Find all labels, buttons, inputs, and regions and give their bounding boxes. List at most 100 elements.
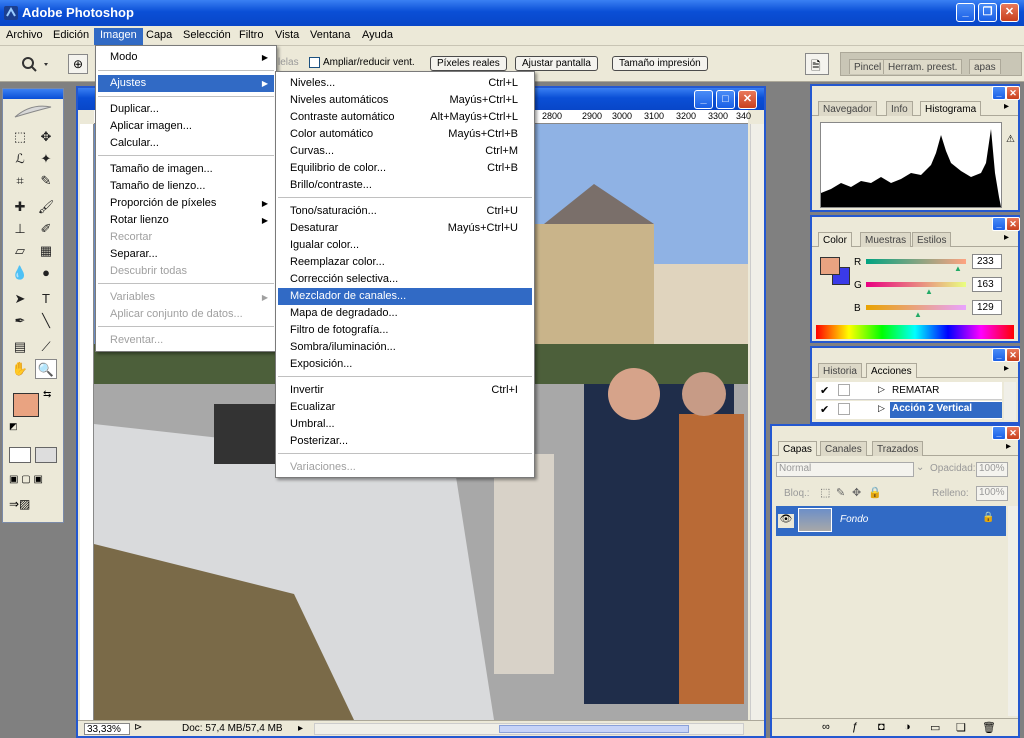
panel-minimize-button[interactable]: _ [992, 217, 1006, 231]
menu-imagen[interactable]: Imagen [94, 28, 143, 45]
menu-vista[interactable]: Vista [269, 28, 305, 45]
stamp-tool-icon[interactable]: ⊥ [9, 219, 31, 239]
new-layer-icon[interactable]: ❏ [956, 721, 966, 734]
menu-item-modo[interactable]: Modo ▶ [98, 49, 274, 66]
menu-item-niveles[interactable]: Niveles... Ctrl+L [278, 75, 532, 92]
marquee-tool-icon[interactable]: ⬚ [9, 127, 31, 147]
color-fg-swatch[interactable] [820, 257, 840, 275]
line-tool-icon[interactable]: ╲ [35, 311, 57, 331]
lasso-tool-icon[interactable]: ℒ [9, 149, 31, 169]
menu-item-correccion-selectiva[interactable]: Corrección selectiva... [278, 271, 532, 288]
title-bar[interactable]: Adobe Photoshop _ ❐ ✕ [0, 0, 1024, 26]
adjustment-layer-icon[interactable]: ◑ [904, 721, 911, 733]
maximize-button[interactable]: ❐ [978, 3, 997, 22]
menu-item-rotar-lienzo[interactable]: Rotar lienzo ▶ [98, 212, 274, 229]
menu-item-duplicar[interactable]: Duplicar... [98, 101, 274, 118]
menu-item-mezclador-canales[interactable]: Mezclador de canales... [278, 288, 532, 305]
default-colors-icon[interactable]: ◩ [9, 421, 18, 432]
tab-herram-preest[interactable]: Herram. preest. [883, 59, 963, 74]
g-slider[interactable] [866, 282, 966, 287]
menu-item-tamano-lienzo[interactable]: Tamaño de lienzo... [98, 178, 274, 195]
layer-style-icon[interactable]: ƒ [852, 721, 858, 733]
menu-item-separar[interactable]: Separar... [98, 246, 274, 263]
pen-tool-icon[interactable]: ✒ [9, 311, 31, 331]
doc-maximize-button[interactable]: □ [716, 90, 735, 109]
gradient-tool-icon[interactable]: ▦ [35, 241, 57, 261]
tab-estilos[interactable]: Estilos [912, 232, 952, 247]
blend-chevron-down-icon[interactable]: ⌄ [916, 462, 924, 473]
zoom-tool-icon[interactable]: 🔍 [35, 359, 57, 379]
type-tool-icon[interactable]: T [35, 289, 57, 309]
brush-tool-icon[interactable]: 🖌 [35, 197, 57, 217]
r-slider[interactable] [866, 259, 966, 264]
checkmark-icon[interactable]: ✔ [820, 403, 829, 416]
mask-icon[interactable]: ◘ [878, 721, 885, 733]
b-slider-thumb[interactable]: ▲ [914, 310, 922, 319]
color-ramp[interactable] [816, 325, 1014, 339]
menu-item-igualar-color[interactable]: Igualar color... [278, 237, 532, 254]
tab-acciones[interactable]: Acciones [866, 363, 917, 378]
doc-close-button[interactable]: ✕ [738, 90, 757, 109]
expand-triangle-icon[interactable]: ▷ [878, 384, 885, 395]
menu-item-reemplazar-color[interactable]: Reemplazar color... [278, 254, 532, 271]
status-menu-icon[interactable]: ▸ [298, 723, 303, 734]
menu-item-invertir[interactable]: Invertir Ctrl+I [278, 382, 532, 399]
notes-tool-icon[interactable]: ▤ [9, 337, 31, 357]
swap-colors-icon[interactable]: ⇆ [43, 389, 51, 400]
layers-scrollbar[interactable] [1008, 506, 1018, 716]
history-brush-icon[interactable]: ✐ [35, 219, 57, 239]
panel-menu-icon[interactable]: ▸ [1004, 232, 1009, 243]
new-group-icon[interactable]: ▭ [930, 721, 940, 734]
tab-historia[interactable]: Historia [818, 363, 862, 378]
r-slider-thumb[interactable]: ▲ [954, 264, 962, 273]
foreground-color-swatch[interactable] [13, 393, 39, 417]
menu-item-color-auto[interactable]: Color automático Mayús+Ctrl+B [278, 126, 532, 143]
tab-info[interactable]: Info [886, 101, 913, 116]
panel-menu-icon[interactable]: ▸ [1004, 363, 1009, 374]
panel-minimize-button[interactable]: _ [992, 348, 1006, 362]
menu-ayuda[interactable]: Ayuda [356, 28, 399, 45]
menu-filtro[interactable]: Filtro [233, 28, 269, 45]
vertical-scrollbar[interactable] [750, 124, 764, 720]
tab-navegador[interactable]: Navegador [818, 101, 877, 116]
imageready-button[interactable]: ⇒▨ [9, 497, 59, 515]
menu-item-niveles-auto[interactable]: Niveles automáticos Mayús+Ctrl+L [278, 92, 532, 109]
tab-histograma[interactable]: Histograma [920, 101, 982, 116]
menu-item-contraste-auto[interactable]: Contraste automático Alt+Mayús+Ctrl+L [278, 109, 532, 126]
menu-item-umbral[interactable]: Umbral... [278, 416, 532, 433]
lock-transparency-icon[interactable]: ⬚ [820, 486, 830, 499]
lock-pixels-icon[interactable]: ✎ [836, 486, 845, 499]
standard-mode-button[interactable] [9, 447, 31, 463]
path-selection-icon[interactable]: ➤ [9, 289, 31, 309]
zoom-tool-preset[interactable] [18, 54, 52, 74]
tab-pincel[interactable]: Pincel [849, 59, 887, 74]
close-button[interactable]: ✕ [1000, 3, 1019, 22]
zoom-level-field[interactable]: 33,33% [84, 723, 130, 735]
action-row[interactable]: ✔ ▷ Acción 2 Vertical [816, 401, 1002, 419]
link-icon[interactable]: ∞ [822, 721, 830, 733]
screen-mode-buttons[interactable]: ▣ ▢ ▣ [9, 473, 59, 487]
menu-item-tono-saturacion[interactable]: Tono/saturación... Ctrl+U [278, 203, 532, 220]
menu-item-proporcion-pixeles[interactable]: Proporción de píxeles ▶ [98, 195, 274, 212]
resize-windows-checkbox[interactable] [309, 57, 320, 68]
eraser-tool-icon[interactable]: ▱ [9, 241, 31, 261]
tab-canales[interactable]: Canales [820, 441, 867, 456]
menu-item-ajustes[interactable]: Ajustes ▶ [98, 75, 274, 92]
menu-item-desaturar[interactable]: Desaturar Mayús+Ctrl+U [278, 220, 532, 237]
panel-close-button[interactable]: ✕ [1006, 86, 1020, 100]
action-row[interactable]: ✔ ▷ REMATAR [816, 382, 1002, 400]
zoom-in-button[interactable]: ⊕ [68, 54, 88, 74]
panel-menu-icon[interactable]: ▸ [1006, 441, 1011, 452]
blend-mode-select[interactable]: Normal [776, 462, 914, 477]
r-value-field[interactable]: 233 [972, 254, 1002, 269]
panel-close-button[interactable]: ✕ [1006, 426, 1020, 440]
blur-tool-icon[interactable]: 💧 [9, 263, 31, 283]
panel-close-button[interactable]: ✕ [1006, 348, 1020, 362]
panel-close-button[interactable]: ✕ [1006, 217, 1020, 231]
scroll-thumb[interactable] [499, 725, 689, 733]
tab-muestras[interactable]: Muestras [860, 232, 912, 247]
eyedropper-icon[interactable]: ⟋ [35, 337, 57, 357]
doc-minimize-button[interactable]: _ [694, 90, 713, 109]
trash-icon[interactable]: 🗑 [982, 721, 996, 734]
slice-tool-icon[interactable]: ✎ [35, 171, 57, 191]
